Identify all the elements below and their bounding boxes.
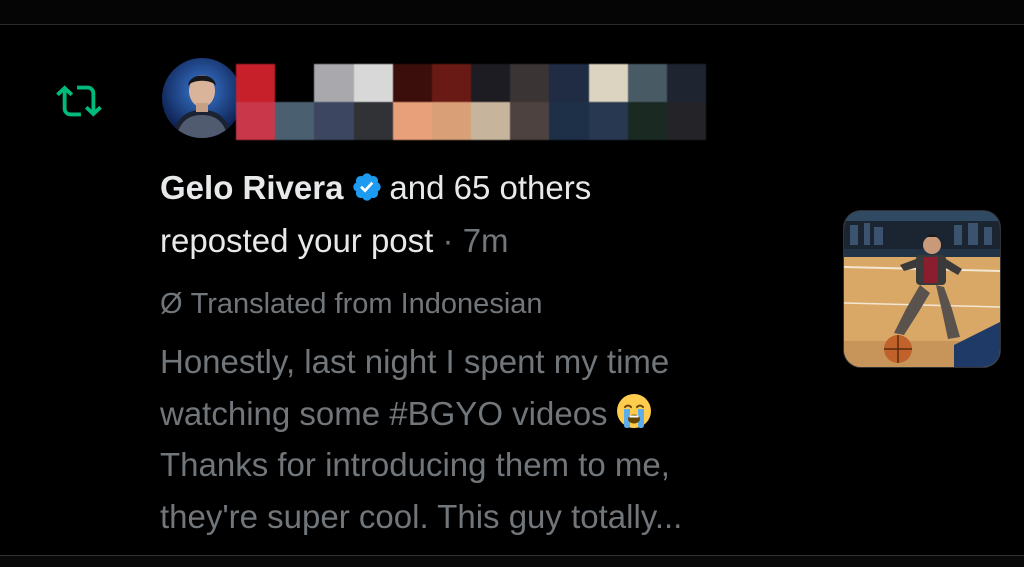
notification-title: Gelo Rivera and 65 others xyxy=(160,166,591,210)
others-count-text: and 65 others xyxy=(389,169,592,206)
crying-face-icon xyxy=(616,393,651,428)
post-line: watching some #BGYO videos xyxy=(160,388,820,440)
translated-icon: Ø xyxy=(160,288,183,320)
top-divider xyxy=(0,24,1024,25)
censored-avatars xyxy=(236,64,706,140)
translated-text: Translated from Indonesian xyxy=(190,288,543,320)
post-line: Thanks for introducing them to me, xyxy=(160,446,670,483)
post-thumbnail[interactable] xyxy=(843,210,1001,368)
separator: · xyxy=(442,222,454,259)
bottom-bar xyxy=(0,556,1024,567)
action-text: reposted your post xyxy=(160,222,434,259)
repost-icon xyxy=(56,85,102,117)
post-line: Honestly, last night I spent my time xyxy=(160,343,670,380)
top-bar xyxy=(0,0,1024,24)
post-line: they're super cool. This guy totally... xyxy=(160,497,683,535)
verified-badge-icon xyxy=(353,173,382,201)
reposter-name[interactable]: Gelo Rivera xyxy=(160,169,343,206)
timestamp: 7m xyxy=(462,222,509,259)
post-preview-text[interactable]: Honestly, last night I spent my time wat… xyxy=(160,336,820,542)
avatar[interactable] xyxy=(162,58,242,138)
notification-action: reposted your post · 7m xyxy=(160,219,509,263)
translation-label: Ø Translated from Indonesian xyxy=(160,284,543,324)
